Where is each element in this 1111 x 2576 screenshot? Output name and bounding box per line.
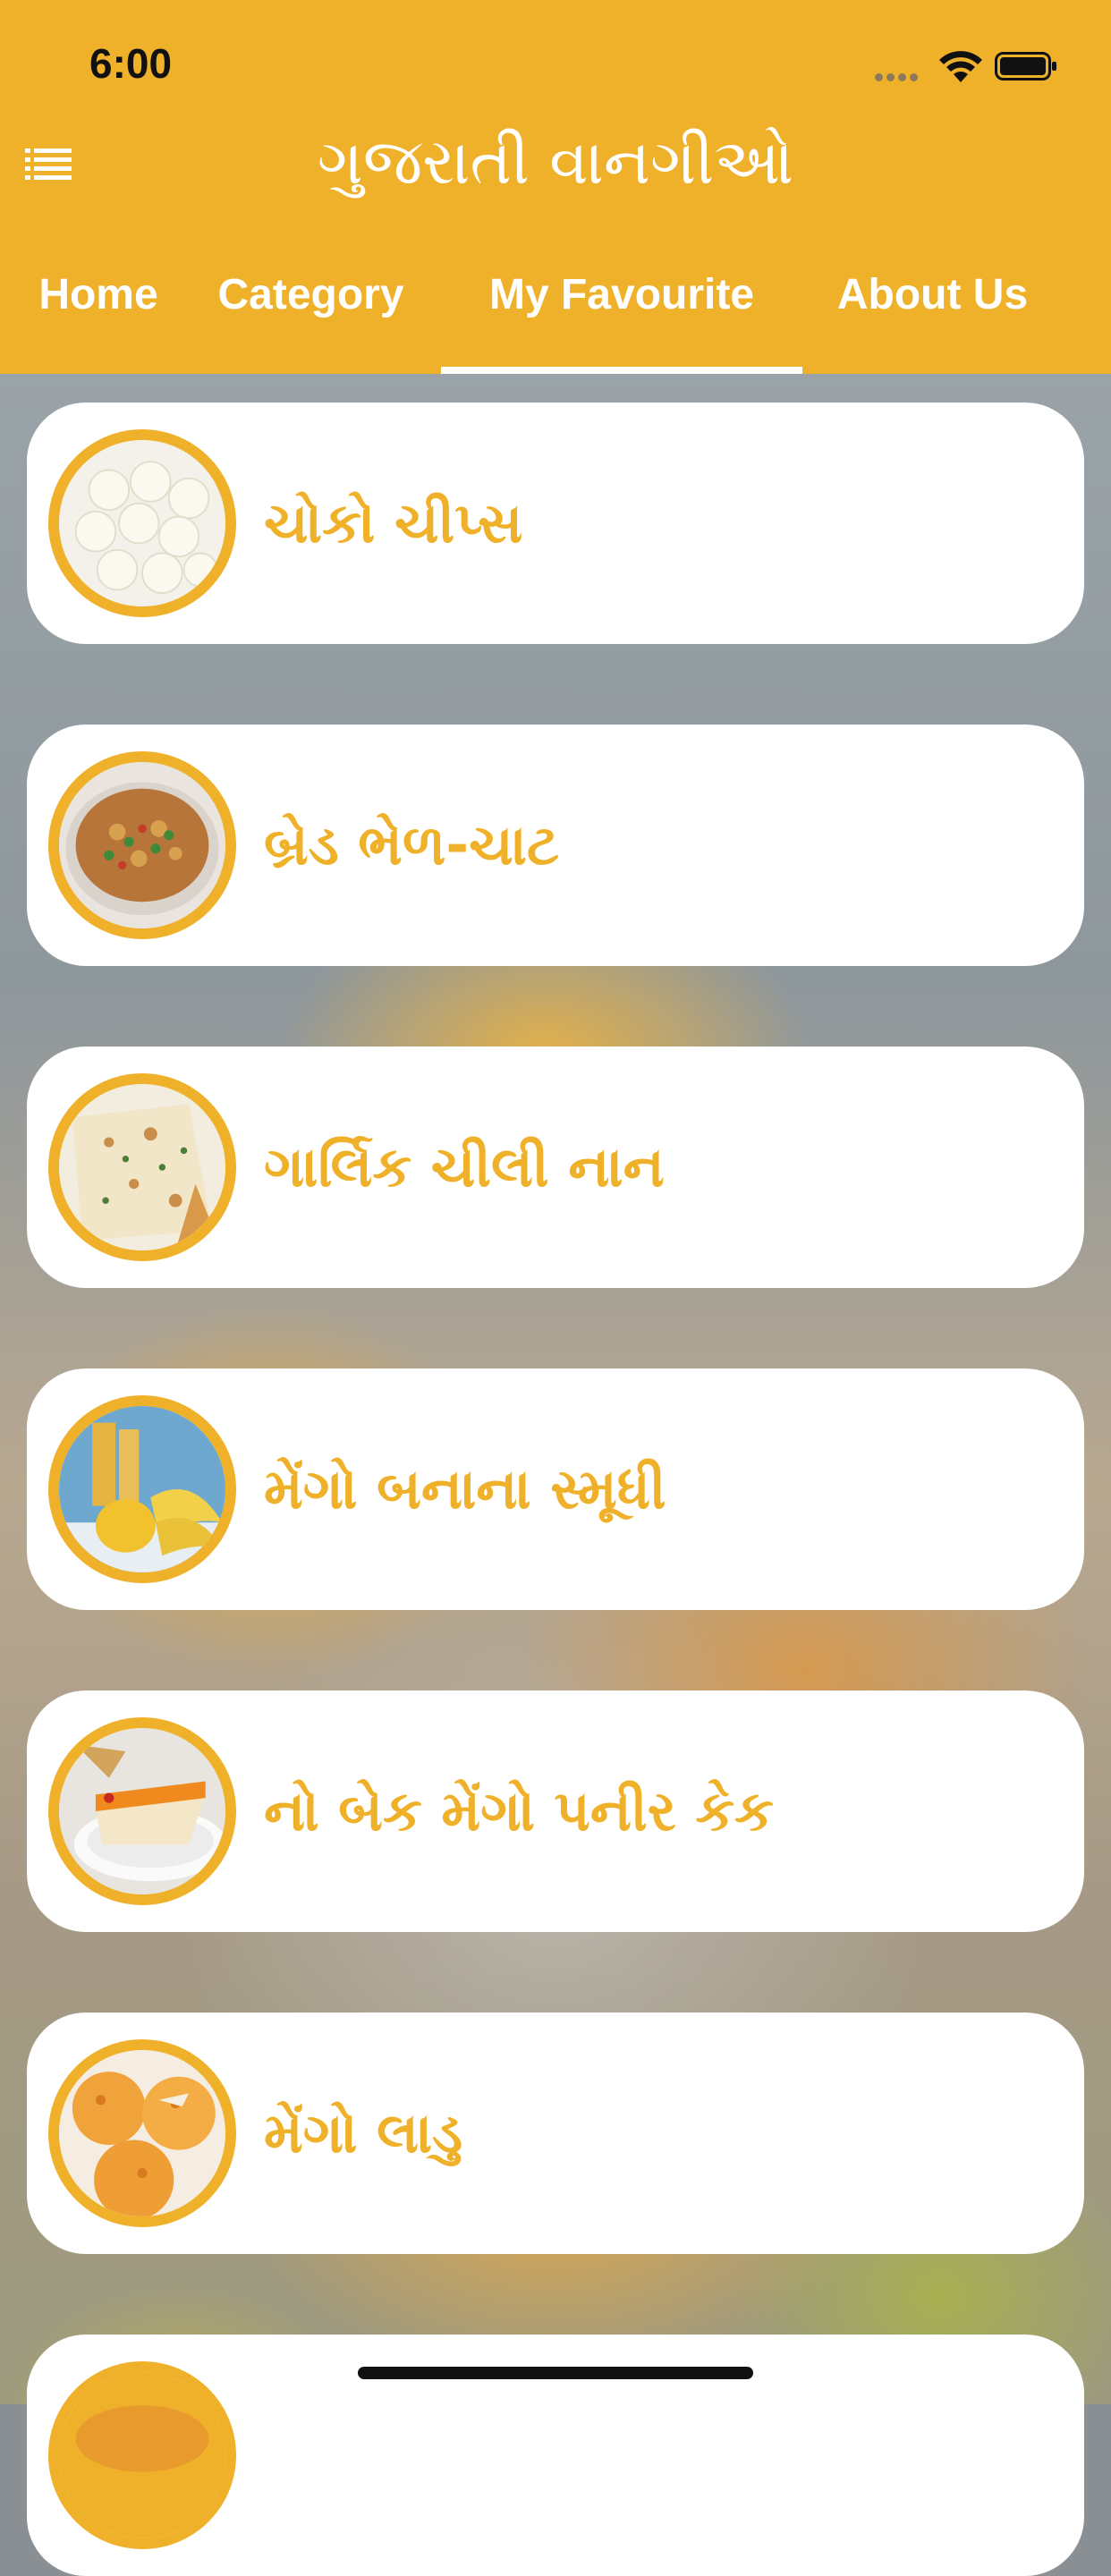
- favourite-item[interactable]: મેંગો લાડુ: [27, 2012, 1084, 2254]
- recipe-thumbnail: [48, 1073, 236, 1261]
- recipe-thumbnail: [48, 1717, 236, 1905]
- recipe-title: ચોકો ચીપ્સ: [264, 490, 523, 555]
- tab-home[interactable]: Home: [18, 259, 179, 374]
- recipe-title: બ્રેડ ભેળ-ચાટ: [264, 812, 559, 877]
- favourite-item[interactable]: મેંગો બનાના સ્મૂધી: [27, 1368, 1084, 1610]
- favourite-item[interactable]: બ્રેડ ભેળ-ચાટ: [27, 724, 1084, 966]
- app-title: ગુજરાતી વાનગીઓ: [317, 125, 794, 199]
- favourite-item[interactable]: ચોકો ચીપ્સ: [27, 402, 1084, 644]
- favourite-item[interactable]: ગાર્લિક ચીલી નાન: [27, 1046, 1084, 1288]
- recipe-thumbnail: [48, 751, 236, 939]
- wifi-icon: [939, 51, 982, 82]
- recipe-title: મેંગો બનાના સ્મૂધી: [264, 1456, 666, 1521]
- recipe-thumbnail: [48, 429, 236, 617]
- recipe-title: ગાર્લિક ચીલી નાન: [264, 1134, 665, 1199]
- tab-my-favourite[interactable]: My Favourite: [441, 259, 802, 374]
- signal-icon: [875, 70, 927, 81]
- recipe-thumbnail: [48, 2361, 236, 2549]
- recipe-title: મેંગો લાડુ: [264, 2100, 463, 2165]
- status-time: 6:00: [89, 40, 173, 87]
- home-indicator[interactable]: [358, 2367, 753, 2379]
- app-header: 6:00 ગુજરાતી વાનગીઓ Home Category My Fav…: [0, 0, 1111, 374]
- tab-about-us[interactable]: About Us: [818, 259, 1047, 374]
- tab-category[interactable]: Category: [197, 259, 425, 374]
- tab-bar: Home Category My Favourite About Us: [0, 259, 1111, 374]
- recipe-thumbnail: [48, 1395, 236, 1583]
- recipe-title: નો બેક મેંગો પનીર કેક: [264, 1778, 774, 1843]
- favourite-item[interactable]: નો બેક મેંગો પનીર કેક: [27, 1690, 1084, 1932]
- selected-tab-indicator: [441, 367, 802, 374]
- battery-icon: [995, 52, 1056, 80]
- recipe-thumbnail: [48, 2039, 236, 2227]
